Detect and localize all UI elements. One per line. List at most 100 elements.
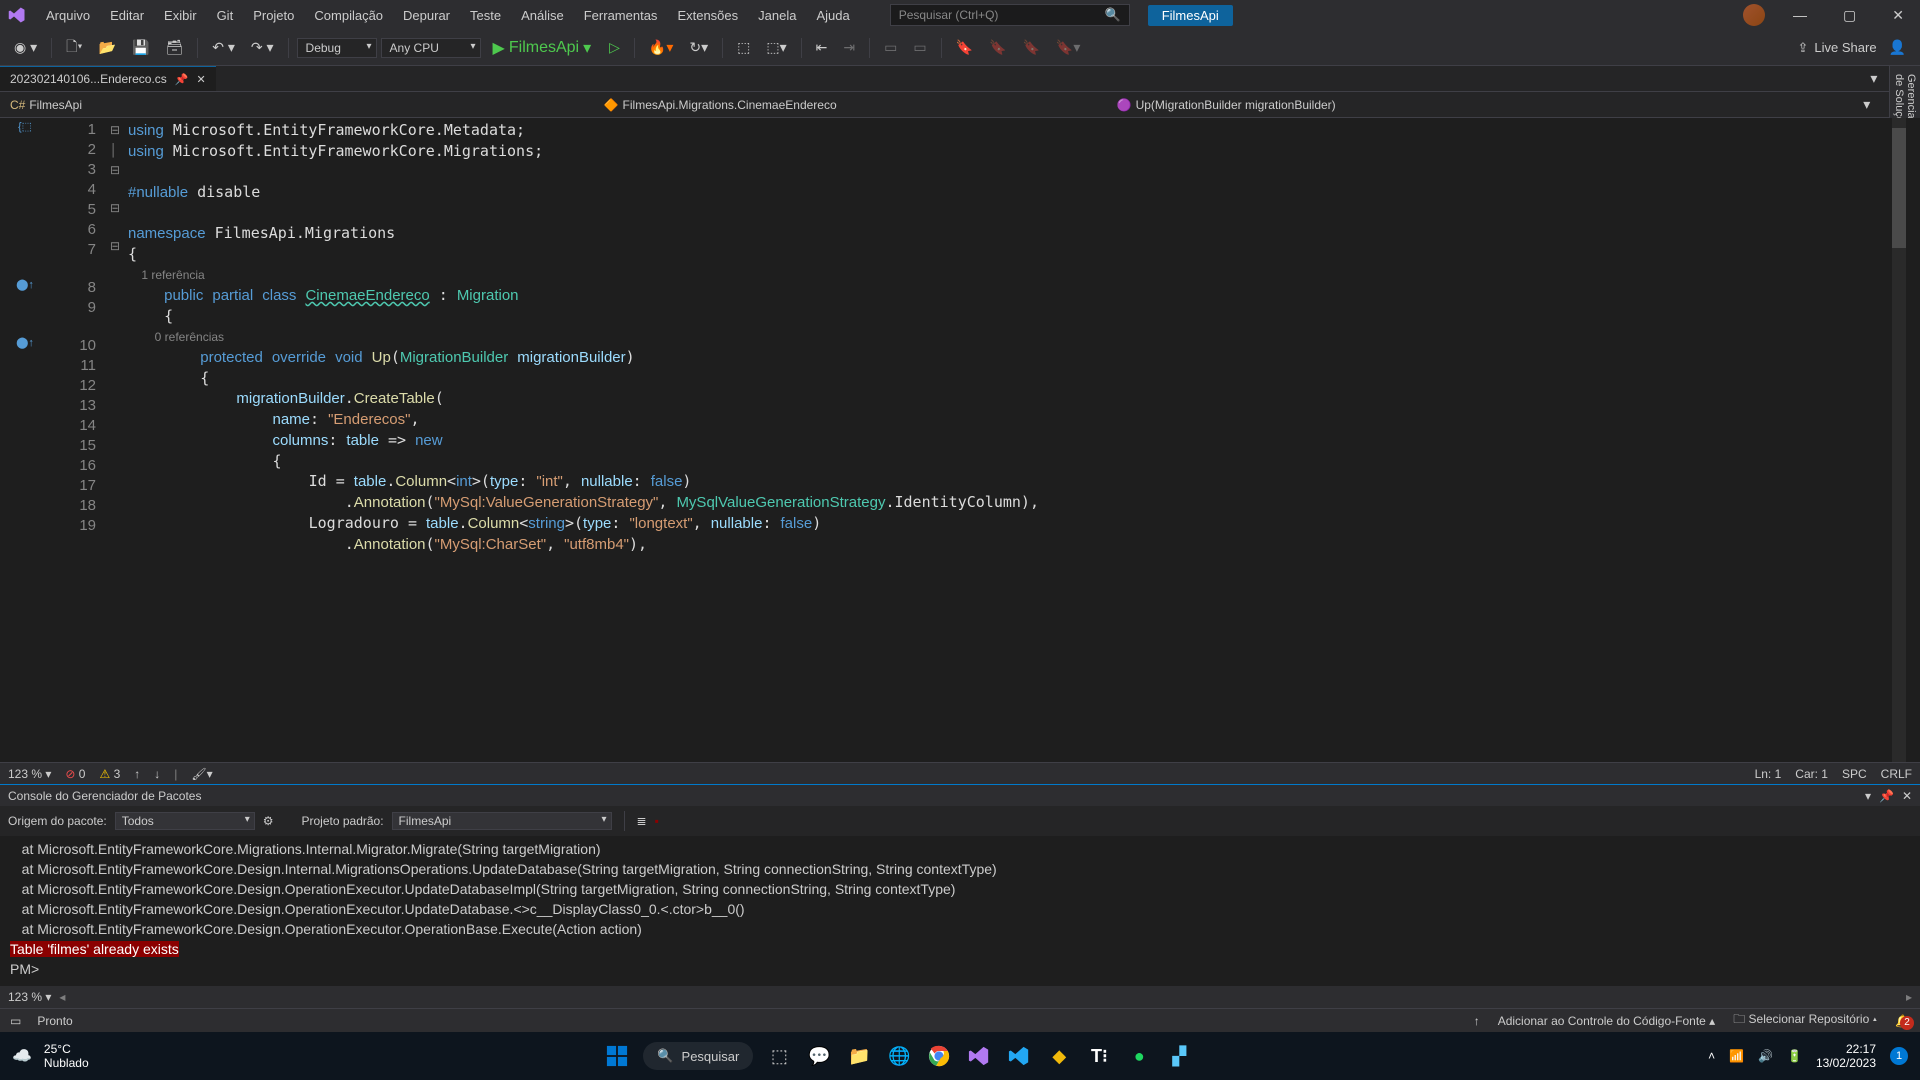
warning-count[interactable]: ⚠ 3 bbox=[99, 767, 120, 781]
gear-icon[interactable]: ⚙ bbox=[263, 814, 274, 828]
add-to-source-control[interactable]: Adicionar ao Controle do Código-Fonte ▴ bbox=[1498, 1014, 1715, 1028]
scrollbar-thumb[interactable] bbox=[1892, 128, 1906, 248]
user-avatar[interactable] bbox=[1743, 4, 1765, 26]
pin-icon[interactable]: 📌 bbox=[175, 73, 189, 86]
menu-depurar[interactable]: Depurar bbox=[393, 4, 460, 27]
weather-widget[interactable]: 25°C Nublado bbox=[44, 1042, 89, 1070]
active-tab[interactable]: 202302140106...Endereco.cs 📌 ✕ bbox=[0, 66, 216, 91]
origin-dropdown[interactable]: Todos bbox=[115, 812, 255, 830]
panel-close-icon[interactable]: ✕ bbox=[1902, 789, 1912, 803]
volume-icon[interactable]: 🔊 bbox=[1758, 1049, 1773, 1063]
battery-icon[interactable]: 🔋 bbox=[1787, 1049, 1802, 1063]
bookmark-prev-icon[interactable]: 🔖 bbox=[983, 36, 1012, 59]
tab-overflow-icon[interactable]: ▾ bbox=[1864, 67, 1883, 90]
error-count[interactable]: ⊘ 0 bbox=[65, 767, 85, 781]
menu-analise[interactable]: Análise bbox=[511, 4, 574, 27]
new-item-icon[interactable]: 🗋▾ bbox=[60, 33, 88, 63]
fold-column[interactable]: ⊟│⊟ ⊟ ⊟ bbox=[110, 118, 128, 762]
comment-icon[interactable]: ▭ bbox=[878, 36, 903, 59]
maximize-button[interactable]: ▢ bbox=[1835, 3, 1864, 28]
save-icon[interactable]: 💾 bbox=[126, 36, 155, 59]
bookmark-next-icon[interactable]: 🔖 bbox=[1016, 36, 1045, 59]
live-share-button[interactable]: Live Share bbox=[1814, 40, 1876, 55]
vscode-icon[interactable] bbox=[1005, 1042, 1033, 1070]
col-indicator[interactable]: Car: 1 bbox=[1795, 767, 1828, 781]
bookmark-icon[interactable]: 🔖 bbox=[950, 36, 979, 59]
config-dropdown[interactable]: Debug bbox=[297, 38, 377, 58]
visual-studio-icon[interactable] bbox=[965, 1042, 993, 1070]
clear-console-icon[interactable]: ≣ bbox=[637, 814, 647, 828]
uncomment-icon[interactable]: ▭ bbox=[907, 36, 932, 59]
nav-down-icon[interactable]: ↓ bbox=[154, 767, 160, 781]
redo-icon[interactable]: ↷ ▾ bbox=[245, 36, 280, 59]
taskbar-search[interactable]: 🔍 Pesquisar bbox=[643, 1042, 753, 1070]
brush-icon[interactable]: 🖌▾ bbox=[191, 767, 212, 781]
search-input[interactable]: Pesquisar (Ctrl+Q) 🔍 bbox=[890, 4, 1130, 26]
refresh-icon[interactable]: ↻▾ bbox=[683, 36, 714, 59]
console-prompt[interactable]: PM> bbox=[10, 961, 39, 977]
notifications-icon[interactable]: 🔔 bbox=[1895, 1014, 1910, 1028]
hot-reload-icon[interactable]: 🔥▾ bbox=[643, 36, 679, 59]
panel-dropdown-icon[interactable]: ▾ bbox=[1865, 789, 1871, 803]
stop-console-icon[interactable]: ▪ bbox=[655, 814, 659, 828]
platform-dropdown[interactable]: Any CPU bbox=[381, 38, 481, 58]
console-zoom[interactable]: 123 % ▾ bbox=[8, 990, 51, 1004]
undo-icon[interactable]: ↶ ▾ bbox=[206, 36, 241, 59]
nav-up-icon[interactable]: ↑ bbox=[134, 767, 140, 781]
notification-badge[interactable]: 1 bbox=[1890, 1047, 1908, 1065]
line-indicator[interactable]: Ln: 1 bbox=[1755, 767, 1782, 781]
step-into-icon[interactable]: ⬚ bbox=[731, 36, 756, 59]
account-icon[interactable]: 👤 bbox=[1883, 36, 1912, 59]
breadcrumb-project[interactable]: C# FilmesApi bbox=[10, 98, 82, 112]
menu-extensoes[interactable]: Extensões bbox=[667, 4, 748, 27]
menu-janela[interactable]: Janela bbox=[748, 4, 806, 27]
code-editor[interactable]: {⬚ ⬤↑ ⬤↑ 1234567 89 10111213141516171819… bbox=[0, 118, 1920, 762]
nav-back-icon[interactable]: ◉ ▾ bbox=[8, 36, 43, 59]
menu-editar[interactable]: Editar bbox=[100, 4, 154, 27]
chat-app-icon[interactable]: 💬 bbox=[805, 1042, 833, 1070]
menu-teste[interactable]: Teste bbox=[460, 4, 511, 27]
wifi-icon[interactable]: 📶 bbox=[1729, 1049, 1744, 1063]
bookmark-clear-icon[interactable]: 🔖▾ bbox=[1050, 36, 1086, 59]
menu-projeto[interactable]: Projeto bbox=[243, 4, 304, 27]
minimize-button[interactable]: — bbox=[1785, 3, 1815, 27]
menu-ajuda[interactable]: Ajuda bbox=[806, 4, 859, 27]
taskbar-clock[interactable]: 22:17 13/02/2023 bbox=[1816, 1042, 1876, 1070]
close-tab-icon[interactable]: ✕ bbox=[197, 73, 206, 86]
zoom-level[interactable]: 123 % ▾ bbox=[8, 767, 51, 781]
console-output[interactable]: at Microsoft.EntityFrameworkCore.Migrati… bbox=[0, 836, 1920, 986]
tradingview-icon[interactable]: T⁝ bbox=[1085, 1042, 1113, 1070]
open-icon[interactable]: 📂 bbox=[93, 36, 122, 59]
chrome-icon[interactable] bbox=[925, 1042, 953, 1070]
indent-less-icon[interactable]: ⇤ bbox=[810, 36, 834, 59]
file-explorer-icon[interactable]: 📁 bbox=[845, 1042, 873, 1070]
start-debug-button[interactable]: ▶ FilmesApi ▾ bbox=[485, 35, 600, 61]
menu-exibir[interactable]: Exibir bbox=[154, 4, 207, 27]
breadcrumb-class[interactable]: 🔶 FilmesApi.Migrations.CinemaeEndereco bbox=[604, 98, 837, 112]
task-view-icon[interactable]: ⬚ bbox=[765, 1042, 793, 1070]
code-content[interactable]: using Microsoft.EntityFrameworkCore.Meta… bbox=[128, 118, 1920, 762]
select-repo[interactable]: 🗀 Selecionar Repositório ▴ bbox=[1733, 1010, 1877, 1031]
panel-pin-icon[interactable]: 📌 bbox=[1879, 789, 1894, 803]
menu-compilacao[interactable]: Compilação bbox=[304, 4, 393, 27]
weather-icon[interactable]: ☁️ bbox=[12, 1046, 32, 1066]
tray-chevron-icon[interactable]: ˄ bbox=[1708, 1049, 1715, 1063]
step-over-icon[interactable]: ⬚▾ bbox=[760, 36, 792, 59]
upload-icon[interactable]: ↑ bbox=[1474, 1014, 1480, 1028]
eol-indicator[interactable]: CRLF bbox=[1881, 767, 1912, 781]
menu-ferramentas[interactable]: Ferramentas bbox=[574, 4, 668, 27]
spotify-icon[interactable]: ● bbox=[1125, 1042, 1153, 1070]
menu-arquivo[interactable]: Arquivo bbox=[36, 4, 100, 27]
close-button[interactable]: ✕ bbox=[1884, 3, 1912, 28]
breadcrumb-method[interactable]: 🟣 Up(MigrationBuilder migrationBuilder) bbox=[1117, 98, 1336, 112]
indent-more-icon[interactable]: ⇥ bbox=[837, 36, 861, 59]
menu-git[interactable]: Git bbox=[207, 4, 244, 27]
project-dropdown[interactable]: FilmesApi bbox=[392, 812, 612, 830]
app-icon[interactable]: ▞ bbox=[1165, 1042, 1193, 1070]
solution-name-badge[interactable]: FilmesApi bbox=[1148, 5, 1233, 26]
start-button[interactable] bbox=[603, 1042, 631, 1070]
indent-indicator[interactable]: SPC bbox=[1842, 767, 1867, 781]
output-icon[interactable]: ▭ bbox=[10, 1014, 21, 1028]
binance-icon[interactable]: ◆ bbox=[1045, 1042, 1073, 1070]
breadcrumb-dropdown-icon[interactable]: ▾ bbox=[1857, 93, 1876, 116]
